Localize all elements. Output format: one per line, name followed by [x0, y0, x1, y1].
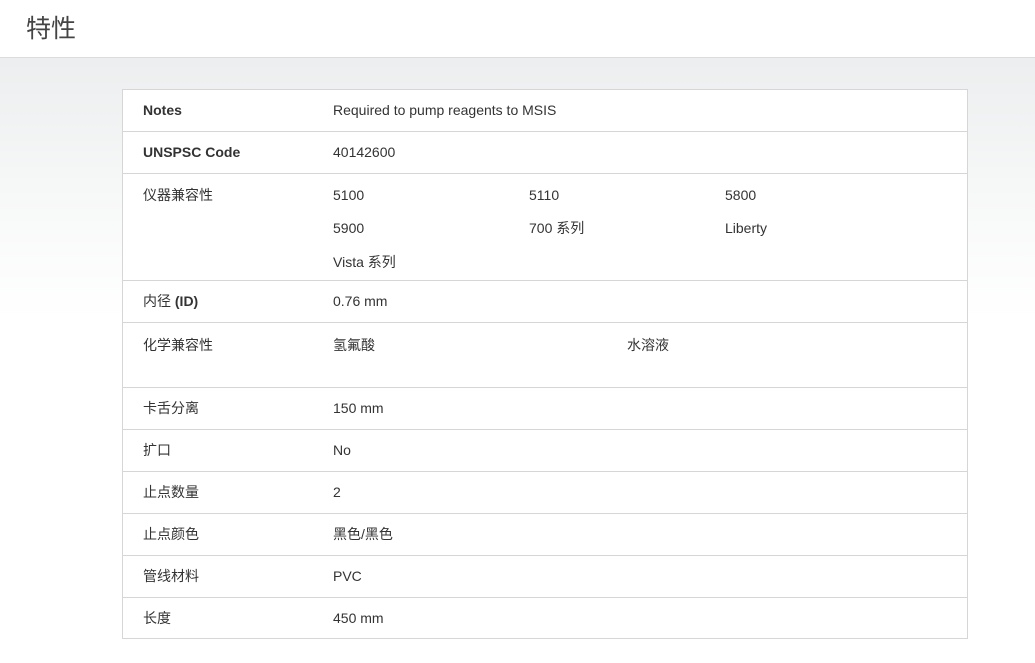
instrument-item: Vista 系列 — [333, 253, 396, 270]
spec-label: 长度 — [143, 610, 171, 626]
spec-label: Notes — [143, 102, 182, 118]
spec-value: 450 mm — [333, 610, 384, 626]
spec-label: 仪器兼容性 — [143, 187, 213, 203]
spec-value: 150 mm — [333, 400, 384, 416]
spec-label: 卡舌分离 — [143, 400, 199, 416]
instrument-item: 700 系列 — [529, 220, 585, 237]
spec-label-text: 内径 — [143, 293, 175, 309]
spec-label: 止点颜色 — [143, 526, 199, 542]
spec-row-inner-diameter: 内径 (ID) 0.76 mm — [123, 280, 967, 322]
spec-value: 2 — [333, 484, 341, 500]
spec-row-stop-count: 止点数量 2 — [123, 471, 967, 513]
spec-row-stop-color: 止点颜色 黑色/黑色 — [123, 513, 967, 555]
spec-value: 40142600 — [333, 144, 396, 160]
spec-label: 扩口 — [143, 442, 171, 458]
spec-row-unspsc: UNSPSC Code 40142600 — [123, 131, 967, 173]
spec-value-list: 氢氟酸 水溶液 — [333, 323, 967, 387]
spec-row-instrument-compatibility: 仪器兼容性 5100 5110 5800 5900 700 系列 Liberty… — [123, 173, 967, 280]
spec-row-length: 长度 450 mm — [123, 597, 967, 638]
specifications-table: Notes Required to pump reagents to MSIS … — [122, 89, 968, 639]
instrument-item: 5800 — [725, 187, 757, 203]
spec-row-chemical-compatibility: 化学兼容性 氢氟酸 水溶液 — [123, 322, 967, 387]
spec-label: UNSPSC Code — [143, 144, 241, 160]
spec-value: 0.76 mm — [333, 293, 388, 309]
chemical-item: 水溶液 — [627, 337, 669, 353]
spec-label: 内径 (ID) — [123, 281, 333, 322]
spec-row-flared: 扩口 No — [123, 429, 967, 471]
page-header: 特性 — [0, 0, 1035, 58]
spec-value: No — [333, 442, 351, 458]
spec-value: PVC — [333, 568, 362, 584]
spec-row-clip-separation: 卡舌分离 150 mm — [123, 387, 967, 429]
spec-value-list: 5100 5110 5800 5900 700 系列 Liberty Vista… — [333, 174, 967, 280]
spec-row-notes: Notes Required to pump reagents to MSIS — [123, 90, 967, 131]
instrument-item: 5100 — [333, 187, 365, 203]
spec-label: 止点数量 — [143, 484, 199, 500]
instrument-item: 5110 — [529, 187, 560, 203]
spec-value: 黑色/黑色 — [333, 526, 393, 542]
spec-label: 化学兼容性 — [143, 337, 213, 353]
spec-label-abbrev: (ID) — [174, 293, 199, 309]
instrument-item: 5900 — [333, 220, 365, 237]
spec-row-tubing-material: 管线材料 PVC — [123, 555, 967, 597]
instrument-item: Liberty — [725, 220, 768, 237]
chemical-item: 氢氟酸 — [333, 337, 375, 353]
spec-value: Required to pump reagents to MSIS — [333, 102, 557, 118]
spec-label: 管线材料 — [143, 568, 199, 584]
page-title: 特性 — [26, 14, 77, 43]
